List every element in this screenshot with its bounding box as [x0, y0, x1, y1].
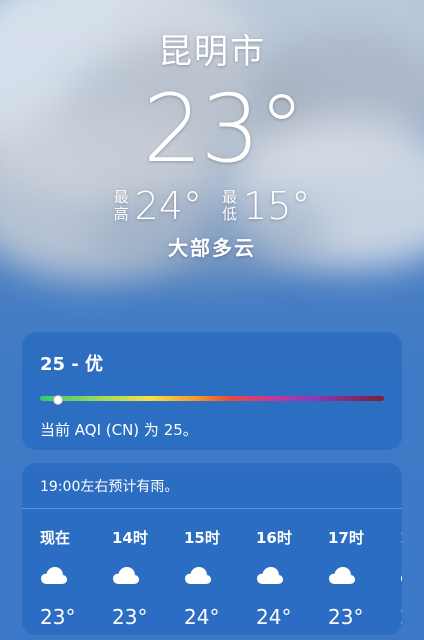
high-label-char-1: 最 [113, 188, 129, 206]
hourly-item: 18时 22 [396, 527, 402, 629]
hourly-item: 15时 24° [180, 527, 252, 629]
weather-screen: 昆明市 23° 最 高 24° 最 低 15° 大部多云 25 - 优 当前 A… [0, 0, 424, 640]
city-name: 昆明市 [158, 32, 266, 72]
hour-label: 15时 [184, 529, 220, 547]
hourly-forecast-card[interactable]: 19:00左右预计有雨。 现在 23° 14时 23° 15时 24° 16时 24° 17时 2… [22, 463, 402, 635]
hour-label: 现在 [40, 529, 71, 547]
hour-temperature: 24° [184, 605, 220, 629]
hourly-item: 16时 24° [252, 527, 324, 629]
weather-condition: 大部多云 [168, 236, 256, 260]
hour-label: 16时 [256, 529, 292, 547]
high-temperature: 24° [134, 184, 202, 228]
cloud-icon [40, 565, 68, 587]
hour-temperature: 23° [40, 605, 76, 629]
hourly-forecast-list[interactable]: 现在 23° 14时 23° 15时 24° 16时 24° 17时 23° 18时 22 [22, 509, 402, 629]
aqi-scale-bar [40, 394, 384, 405]
current-weather-header: 昆明市 23° 最 高 24° 最 低 15° 大部多云 [0, 30, 424, 261]
hour-temperature: 23° [112, 605, 148, 629]
cloud-icon [328, 565, 356, 587]
cloud-icon [112, 565, 140, 587]
cloud-icon [184, 565, 212, 587]
hour-label: 18时 [400, 527, 402, 547]
hour-label: 14时 [112, 529, 148, 547]
high-low-temperatures: 最 高 24° 最 低 15° [0, 186, 424, 226]
cloud-icon [256, 565, 284, 587]
aqi-title: 25 - 优 [40, 354, 104, 375]
high-label-char-2: 高 [113, 205, 129, 223]
aqi-description: 当前 AQI (CN) 为 25。 [40, 421, 198, 439]
hour-temperature: 24° [256, 605, 292, 629]
air-quality-card[interactable]: 25 - 优 当前 AQI (CN) 为 25。 [22, 332, 402, 450]
hour-temperature: 22 [400, 605, 402, 629]
current-temperature: 23° [142, 75, 306, 184]
hour-temperature: 23° [328, 605, 364, 629]
cloud-icon [400, 565, 402, 587]
hour-label: 17时 [328, 529, 364, 547]
hourly-forecast-note: 19:00左右预计有雨。 [22, 463, 402, 509]
hourly-item: 现在 23° [36, 527, 108, 629]
aqi-indicator-dot [53, 394, 64, 405]
low-label-char-1: 最 [222, 188, 238, 206]
low-label: 最 低 [222, 189, 237, 223]
hourly-item: 17时 23° [324, 527, 396, 629]
low-label-char-2: 低 [222, 205, 238, 223]
low-temperature: 15° [243, 184, 311, 228]
hourly-item: 14时 23° [108, 527, 180, 629]
high-label: 最 高 [114, 189, 129, 223]
